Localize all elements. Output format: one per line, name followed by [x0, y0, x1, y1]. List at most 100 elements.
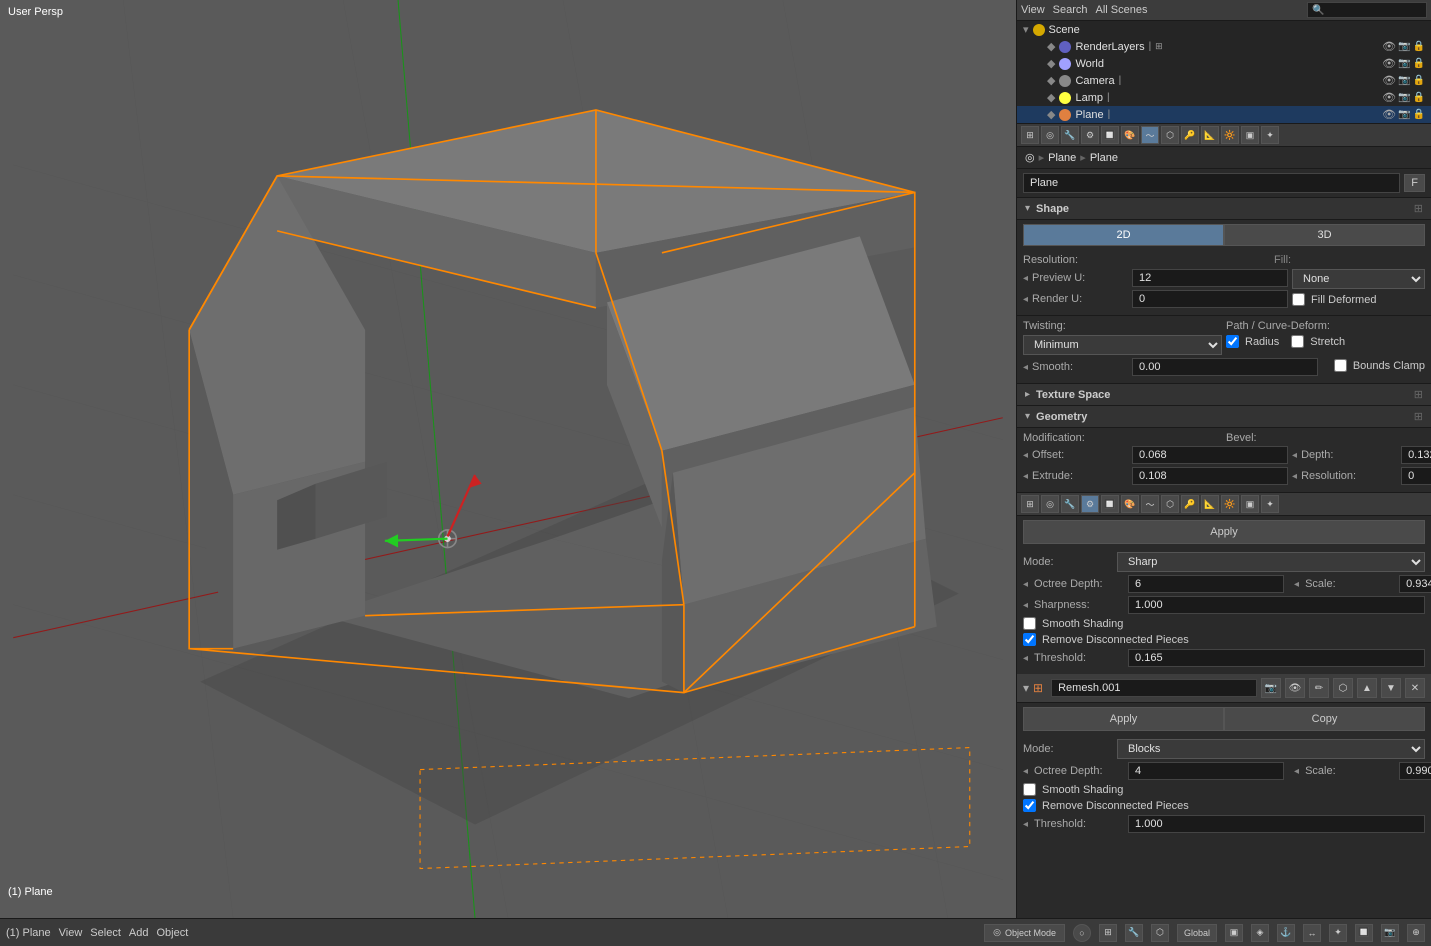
status-btn-mirror[interactable]: ⬡	[1151, 924, 1169, 942]
mod1-threshold-field[interactable]	[1128, 649, 1425, 667]
mod1-mode-dropdown[interactable]: Sharp	[1117, 552, 1425, 572]
status-btn-extra8[interactable]: ⊕	[1407, 924, 1425, 942]
mod-tb-4[interactable]: ⚙	[1081, 495, 1099, 513]
mod-tb-9[interactable]: 🔑	[1181, 495, 1199, 513]
status-btn-extra4[interactable]: ↔	[1303, 924, 1321, 942]
mod-tb-13[interactable]: ✦	[1261, 495, 1279, 513]
view-menu[interactable]: View	[1021, 4, 1045, 16]
status-add[interactable]: Add	[129, 927, 149, 939]
props-btn-11[interactable]: 🔆	[1221, 126, 1239, 144]
status-view[interactable]: View	[59, 927, 83, 939]
mod-tb-7[interactable]: 〜	[1141, 495, 1159, 513]
breadcrumb-plane2[interactable]: Plane	[1090, 152, 1118, 164]
fill-dropdown[interactable]: None	[1292, 269, 1425, 289]
properties-scroll[interactable]: ◎ ▸ Plane ▸ Plane F ▾ Shape ⊞ 2D 3D	[1017, 147, 1431, 918]
shape-section-header[interactable]: ▾ Shape ⊞	[1017, 198, 1431, 220]
mod2-edit-icon[interactable]: ✏	[1309, 678, 1329, 698]
props-btn-2[interactable]: ◎	[1041, 126, 1059, 144]
props-btn-6[interactable]: 🎨	[1121, 126, 1139, 144]
radius-checkbox[interactable]	[1226, 335, 1239, 348]
outliner-item-scene[interactable]: ▾ Scene	[1017, 21, 1431, 38]
mod1-sharpness-field[interactable]	[1128, 596, 1425, 614]
mod-tb-12[interactable]: ▣	[1241, 495, 1259, 513]
name-field[interactable]	[1023, 173, 1400, 193]
status-btn-extra3[interactable]: ⚓	[1277, 924, 1295, 942]
resolution-bevel-field[interactable]	[1401, 467, 1431, 485]
props-btn-10[interactable]: 📐	[1201, 126, 1219, 144]
mod-tb-8[interactable]: ⬡	[1161, 495, 1179, 513]
outliner-item-renderlayers[interactable]: ◆ RenderLayers | ⊞ 👁 📷 🔒	[1017, 38, 1431, 55]
mod-tb-10[interactable]: 📐	[1201, 495, 1219, 513]
props-btn-7[interactable]: 〜	[1141, 126, 1159, 144]
tab-2d[interactable]: 2D	[1023, 224, 1224, 246]
status-btn-extra1[interactable]: ▣	[1225, 924, 1243, 942]
props-btn-4[interactable]: ⚙	[1081, 126, 1099, 144]
mod2-octree-field[interactable]	[1128, 762, 1284, 780]
smooth-field[interactable]	[1132, 358, 1318, 376]
mod-tb-3[interactable]: 🔧	[1061, 495, 1079, 513]
mod1-octree-field[interactable]	[1128, 575, 1284, 593]
status-btn-extra6[interactable]: 🔲	[1355, 924, 1373, 942]
status-object[interactable]: Object	[156, 927, 188, 939]
viewport[interactable]: User Persp	[0, 0, 1016, 918]
props-btn-13[interactable]: ✦	[1261, 126, 1279, 144]
mod2-close-icon[interactable]: ✕	[1405, 678, 1425, 698]
status-btn-grid[interactable]: ⊞	[1099, 924, 1117, 942]
status-btn-extra7[interactable]: 📷	[1381, 924, 1399, 942]
status-btn-extra5[interactable]: ✦	[1329, 924, 1347, 942]
outliner-item-world[interactable]: ◆ World 👁 📷 🔒	[1017, 55, 1431, 72]
props-btn-12[interactable]: ▣	[1241, 126, 1259, 144]
extrude-field[interactable]	[1132, 467, 1288, 485]
modifier2-name-field[interactable]	[1051, 679, 1257, 697]
tab-3d[interactable]: 3D	[1224, 224, 1425, 246]
mod2-smooth-checkbox[interactable]	[1023, 783, 1036, 796]
mod-tb-6[interactable]: 🎨	[1121, 495, 1139, 513]
copy-button-2[interactable]: Copy	[1224, 707, 1425, 731]
twisting-dropdown[interactable]: Minimum	[1023, 335, 1222, 355]
depth-field[interactable]	[1401, 446, 1431, 464]
props-btn-8[interactable]: ⬡	[1161, 126, 1179, 144]
apply-button-1[interactable]: Apply	[1023, 520, 1425, 544]
mod2-render-icon[interactable]: 📷	[1261, 678, 1281, 698]
mod1-smooth-checkbox[interactable]	[1023, 617, 1036, 630]
mod-tb-5[interactable]: 🔲	[1101, 495, 1119, 513]
stretch-checkbox[interactable]	[1291, 335, 1304, 348]
mod2-frame-icon[interactable]: ⬡	[1333, 678, 1353, 698]
outliner-item-camera[interactable]: ◆ Camera | 👁 📷 🔒	[1017, 72, 1431, 89]
mod-tb-11[interactable]: 🔆	[1221, 495, 1239, 513]
props-btn-1[interactable]: ⊞	[1021, 126, 1039, 144]
mod2-eye-icon[interactable]: 👁	[1285, 678, 1305, 698]
texture-space-header[interactable]: ▸ Texture Space ⊞	[1017, 384, 1431, 406]
search-menu[interactable]: Search	[1053, 4, 1088, 16]
mod1-scale-field[interactable]	[1399, 575, 1431, 593]
global-btn[interactable]: Global	[1177, 924, 1217, 942]
mod2-threshold-field[interactable]	[1128, 815, 1425, 833]
bounds-clamp-checkbox[interactable]	[1334, 359, 1347, 372]
props-btn-3[interactable]: 🔧	[1061, 126, 1079, 144]
mod2-down-icon[interactable]: ▼	[1381, 678, 1401, 698]
props-btn-5[interactable]: 🔲	[1101, 126, 1119, 144]
mod2-scale-field[interactable]	[1399, 762, 1431, 780]
all-scenes-dropdown[interactable]: All Scenes	[1096, 4, 1148, 16]
status-select[interactable]: Select	[90, 927, 121, 939]
object-mode-btn[interactable]: ◎ Object Mode	[984, 924, 1065, 942]
mod-tb-1[interactable]: ⊞	[1021, 495, 1039, 513]
outliner-item-lamp[interactable]: ◆ Lamp | 👁 📷 🔒	[1017, 89, 1431, 106]
mod1-remove-checkbox[interactable]	[1023, 633, 1036, 646]
status-btn-circle[interactable]: ○	[1073, 924, 1091, 942]
outliner-item-plane[interactable]: ◆ Plane | 👁 📷 🔒	[1017, 106, 1431, 123]
status-btn-extra2[interactable]: ◈	[1251, 924, 1269, 942]
mod2-mode-dropdown[interactable]: Blocks	[1117, 739, 1425, 759]
fill-deformed-checkbox[interactable]	[1292, 293, 1305, 306]
mod2-remove-checkbox[interactable]	[1023, 799, 1036, 812]
offset-field[interactable]	[1132, 446, 1288, 464]
name-f-button[interactable]: F	[1404, 174, 1425, 192]
props-btn-9[interactable]: 🔑	[1181, 126, 1199, 144]
preview-u-field[interactable]	[1132, 269, 1288, 287]
mod2-up-icon[interactable]: ▲	[1357, 678, 1377, 698]
render-u-field[interactable]	[1132, 290, 1288, 308]
status-btn-snap[interactable]: 🔧	[1125, 924, 1143, 942]
breadcrumb-plane1[interactable]: Plane	[1048, 152, 1076, 164]
mod-tb-2[interactable]: ◎	[1041, 495, 1059, 513]
apply-button-2[interactable]: Apply	[1023, 707, 1224, 731]
